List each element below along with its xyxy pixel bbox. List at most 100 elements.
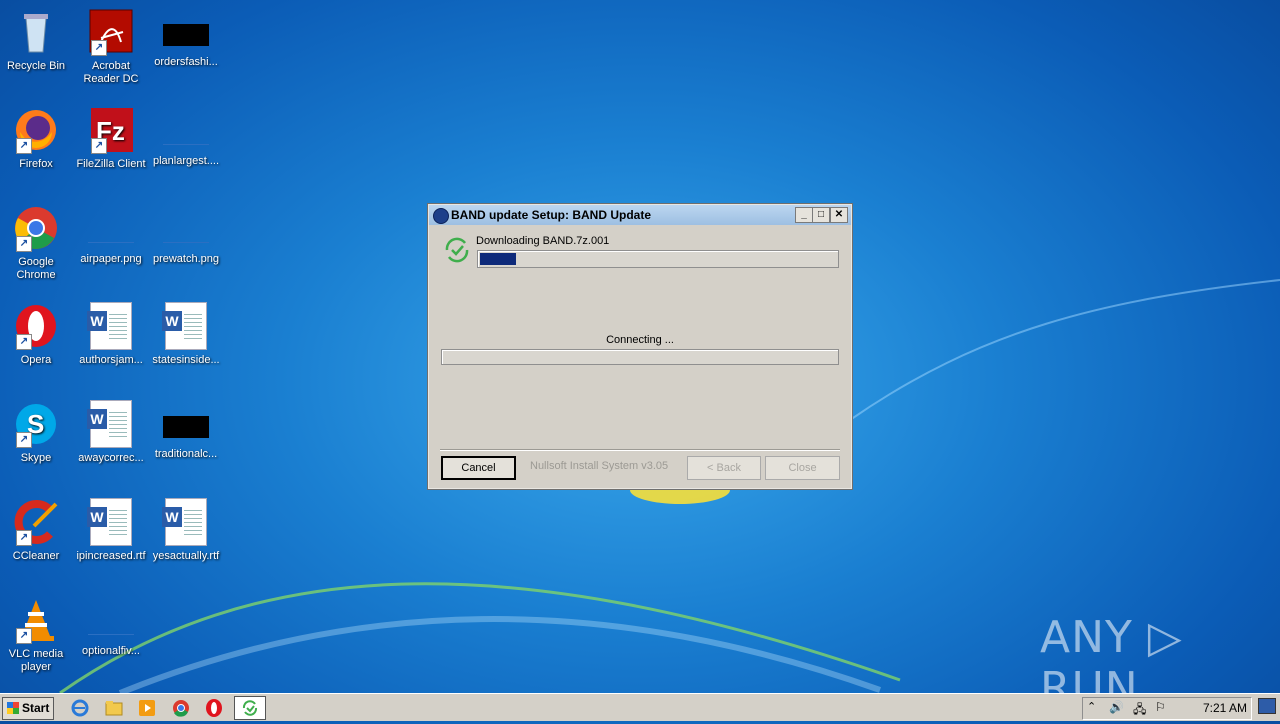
installer-dialog: BAND update Setup: BAND Update _ □ ✕ Dow… [427, 203, 853, 490]
desktop-icon-label: prewatch.png [152, 253, 220, 265]
chrome-icon[interactable] [171, 698, 191, 718]
desktop-icon-firefox[interactable]: ↗ Firefox [0, 106, 72, 171]
download-progress-bar [477, 250, 839, 268]
nsis-branding: Nullsoft Install System v3.05 [530, 460, 669, 472]
dialog-title: BAND update Setup: BAND Update [451, 208, 651, 222]
filezilla-icon: Fz ↗ [87, 106, 135, 154]
shortcut-arrow-icon: ↗ [16, 530, 32, 546]
desktop-icon-optionalfiv[interactable]: optionalfiv... [75, 596, 147, 658]
image-thumbnail [163, 416, 209, 438]
desktop-icon-yesactually[interactable]: W yesactually.rtf [150, 498, 222, 563]
desktop-icon-airpaper[interactable]: airpaper.png [75, 204, 147, 266]
system-tray: ⌃ 🔊 🖧 ⚐ 7:21 AM [1082, 697, 1252, 720]
desktop-icon-authorsjam[interactable]: W authorsjam... [75, 302, 147, 367]
dialog-titlebar[interactable]: BAND update Setup: BAND Update _ □ ✕ [429, 205, 851, 225]
acrobat-icon: ↗ [87, 8, 135, 56]
vlc-cone-icon: ↗ [12, 596, 60, 644]
shortcut-arrow-icon: ↗ [16, 432, 32, 448]
desktop-icon-ccleaner[interactable]: ↗ CCleaner [0, 498, 72, 563]
desktop-icon-label: CCleaner [12, 550, 60, 562]
windows-flag-icon [7, 702, 19, 714]
desktop-icon-label: airpaper.png [80, 253, 142, 265]
ccleaner-icon: ↗ [12, 498, 60, 546]
desktop-icon-label: FileZilla Client [76, 158, 146, 170]
download-progress-fill [480, 253, 516, 265]
shortcut-arrow-icon: ↗ [16, 628, 32, 644]
image-thumbnail [163, 122, 209, 145]
word-document-icon: W [87, 498, 132, 546]
desktop-icon-label: Acrobat Reader DC [83, 60, 139, 85]
connecting-text: Connecting ... [606, 334, 674, 346]
media-player-icon[interactable] [137, 698, 157, 718]
desktop-icon-label: Opera [20, 354, 52, 366]
image-thumbnail [163, 24, 209, 46]
desktop-icon-planlargest[interactable]: planlargest.... [150, 106, 222, 168]
desktop-icon-statesinside[interactable]: W statesinside... [150, 302, 222, 367]
desktop-icon-label: planlargest.... [152, 155, 220, 167]
show-hidden-icons-icon[interactable]: ⌃ [1087, 700, 1096, 713]
internet-explorer-icon[interactable] [70, 698, 90, 718]
word-document-icon: W [87, 302, 132, 350]
back-button[interactable]: < Back [687, 456, 761, 480]
secondary-progress-bar [441, 349, 839, 365]
desktop-icon-awaycorrec[interactable]: W awaycorrec... [75, 400, 147, 465]
start-label: Start [22, 701, 50, 715]
clock[interactable]: 7:21 AM [1203, 698, 1247, 719]
desktop-icon-label: Firefox [19, 158, 53, 170]
cancel-button[interactable]: Cancel [441, 456, 516, 480]
taskbar-installer-button[interactable] [234, 696, 266, 720]
dialog-separator [440, 449, 840, 451]
opera-icon[interactable] [204, 698, 224, 718]
desktop-icon-vlc[interactable]: ↗ VLC media player [0, 596, 72, 674]
skype-icon: S ↗ [12, 400, 60, 448]
chrome-icon: ↗ [12, 204, 60, 252]
desktop-icon-traditionalc[interactable]: traditionalc... [150, 400, 222, 461]
taskbar: Start ⌃ 🔊 🖧 ⚐ 7:21 AM [0, 693, 1280, 721]
desktop-icon-prewatch[interactable]: prewatch.png [150, 204, 222, 266]
desktop-icon-label: Skype [20, 452, 52, 464]
desktop-icon-label: ipincreased.rtf [76, 550, 146, 562]
desktop-icon-opera[interactable]: ↗ Opera [0, 302, 72, 367]
word-document-icon: W [162, 498, 207, 546]
desktop-icon-label: statesinside... [152, 354, 220, 366]
show-desktop-button[interactable] [1258, 698, 1276, 714]
shortcut-arrow-icon: ↗ [16, 334, 32, 350]
installer-app-icon [433, 208, 449, 224]
desktop-icon-label: authorsjam... [79, 354, 143, 366]
image-thumbnail [88, 612, 134, 635]
action-center-flag-icon[interactable]: ⚐ [1155, 700, 1166, 714]
explorer-icon[interactable] [104, 698, 124, 718]
start-button[interactable]: Start [2, 697, 54, 720]
image-thumbnail [163, 220, 209, 243]
desktop-icon-ipincreased[interactable]: W ipincreased.rtf [75, 498, 147, 563]
shortcut-arrow-icon: ↗ [91, 138, 107, 154]
desktop-icon-label: ordersfashi... [154, 56, 218, 68]
close-button[interactable]: Close [765, 456, 840, 480]
shortcut-arrow-icon: ↗ [91, 40, 107, 56]
desktop-icon-chrome[interactable]: ↗ Google Chrome [0, 204, 72, 282]
desktop-icon-acrobat[interactable]: ↗ Acrobat Reader DC [75, 8, 147, 86]
shortcut-arrow-icon: ↗ [16, 138, 32, 154]
desktop-icon-ordersfashi[interactable]: ordersfashi... [150, 8, 222, 69]
desktop-icon-label: yesactually.rtf [152, 550, 220, 562]
desktop-icon-label: VLC media player [8, 648, 64, 673]
desktop-icon-label: traditionalc... [154, 448, 218, 460]
desktop-icon-filezilla[interactable]: Fz ↗ FileZilla Client [75, 106, 147, 171]
installer-icon [242, 700, 258, 716]
network-icon[interactable]: 🖧 [1133, 700, 1146, 721]
sync-check-icon [445, 237, 469, 263]
desktop-icon-label: Google Chrome [16, 256, 56, 281]
speaker-icon[interactable]: 🔊 [1109, 700, 1124, 714]
recycle-bin-icon [12, 8, 60, 56]
desktop-icon-recycle-bin[interactable]: Recycle Bin [0, 8, 72, 73]
desktop-icon-label: Recycle Bin [6, 60, 66, 72]
firefox-icon: ↗ [12, 106, 60, 154]
opera-icon: ↗ [12, 302, 60, 350]
maximize-button[interactable]: □ [812, 207, 830, 223]
shortcut-arrow-icon: ↗ [16, 236, 32, 252]
desktop-icon-skype[interactable]: S ↗ Skype [0, 400, 72, 465]
word-document-icon: W [162, 302, 207, 350]
minimize-button[interactable]: _ [795, 207, 813, 223]
image-thumbnail [88, 220, 134, 243]
close-window-button[interactable]: ✕ [830, 207, 848, 223]
